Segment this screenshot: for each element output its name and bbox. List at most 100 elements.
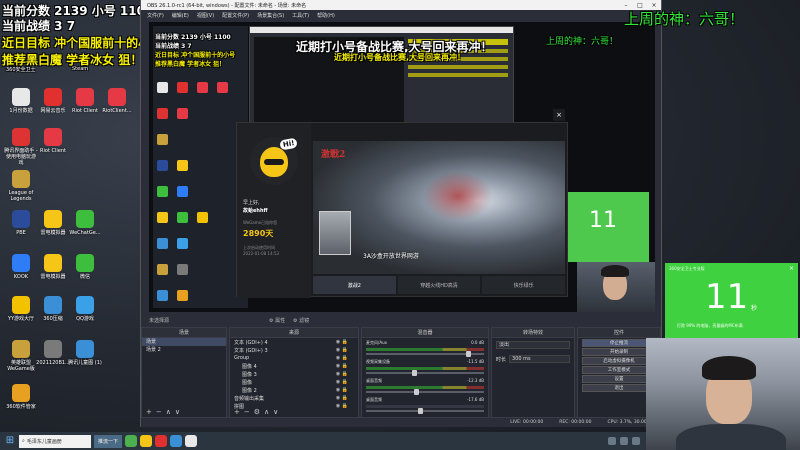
- source-item[interactable]: 文本 (GDI+) 3 ◉ 🔒: [230, 346, 358, 354]
- desktop-shortcut-icon[interactable]: Riot Client: [68, 88, 102, 114]
- desktop-shortcut-icon[interactable]: PBE: [4, 210, 38, 236]
- menu-item[interactable]: 配置文件(P): [222, 12, 249, 19]
- control-button[interactable]: 工作室模式: [582, 366, 656, 374]
- nested-timer-number: 11: [589, 208, 617, 233]
- scenes-toolbar[interactable]: +−∧∨: [146, 408, 184, 416]
- menu-item[interactable]: 编辑(E): [172, 12, 189, 19]
- app-icon[interactable]: [155, 435, 168, 447]
- desktop-shortcut-icon[interactable]: WeChatGe...: [68, 210, 102, 236]
- visibility-lock-icon[interactable]: ◉ 🔒: [336, 339, 348, 345]
- mixer-channel: 桌面音频 -17.6 dB: [362, 395, 488, 414]
- menu-item[interactable]: 文件(F): [147, 12, 164, 19]
- volume-slider[interactable]: [366, 370, 484, 376]
- volume-slider-handle[interactable]: [412, 370, 417, 376]
- app-icon: [177, 82, 188, 93]
- app-icon[interactable]: [170, 435, 183, 447]
- desktop-shortcut-icon[interactable]: 腾讯界面助手 - 使用电脑玩游戏: [4, 128, 38, 166]
- visibility-lock-icon[interactable]: ◉ 🔒: [336, 347, 348, 353]
- scene-item[interactable]: 场景: [142, 338, 226, 346]
- desktop-shortcut-icon[interactable]: RiotClient...: [100, 88, 134, 114]
- windows-start-icon[interactable]: ⊞: [4, 435, 16, 447]
- desktop-shortcut-icon[interactable]: 腾讯儿童图 (1): [68, 340, 102, 366]
- volume-slider[interactable]: [366, 389, 484, 395]
- popup-tab[interactable]: 激战2: [313, 276, 396, 294]
- menu-item[interactable]: 视图(V): [197, 12, 214, 19]
- desktop-shortcut-icon[interactable]: 微信: [68, 254, 102, 280]
- mixer-channel-name: 视频采集设备: [366, 359, 390, 364]
- transition-type-select[interactable]: 淡出: [496, 341, 570, 349]
- mixer-channel-db: -11.5 dB: [467, 359, 484, 364]
- source-item[interactable]: 图像 2 ◉ 🔒: [230, 386, 358, 394]
- nested-banner-overlay: 近期打小号备战比赛,大号回来再冲！: [334, 53, 466, 62]
- visibility-lock-icon[interactable]: ◉ 🔒: [336, 387, 348, 393]
- properties-label[interactable]: ⚙ 属性: [269, 317, 285, 324]
- desktop-shortcut-icon[interactable]: 英雄联盟WeGame版: [4, 340, 38, 372]
- control-button[interactable]: 启动虚拟摄像机: [582, 357, 656, 365]
- desktop-shortcut-icon[interactable]: 360压缩: [36, 296, 70, 322]
- control-button[interactable]: 设置: [582, 375, 656, 383]
- popup-hero-banner[interactable]: 激戰2 3A沙盒开放世界网游: [313, 141, 565, 274]
- desktop-shortcut-icon[interactable]: YY游戏大厅: [4, 296, 38, 322]
- desktop-shortcut-icon[interactable]: 雷电模拟器: [36, 254, 70, 280]
- system-tray: [608, 437, 646, 445]
- desktop-shortcut-icon[interactable]: 雷电模拟器: [36, 210, 70, 236]
- desktop-shortcut-label: 2021120B1...: [36, 360, 70, 366]
- source-item[interactable]: 图像 ◉ 🔒: [230, 378, 358, 386]
- volume-slider-handle[interactable]: [414, 389, 419, 395]
- popup-tab[interactable]: 快乐绿乐: [482, 276, 566, 294]
- visibility-lock-icon[interactable]: ◉ 🔒: [336, 371, 348, 377]
- desktop-shortcut-icon[interactable]: 网易云音乐: [36, 88, 70, 114]
- volume-slider-handle[interactable]: [418, 408, 423, 414]
- tray-icon[interactable]: [608, 437, 616, 445]
- source-item[interactable]: 文本 (GDI+) 4 ◉ 🔒: [230, 338, 358, 346]
- visibility-lock-icon[interactable]: ◉ 🔒: [336, 403, 348, 409]
- app-icon[interactable]: [185, 435, 198, 447]
- taskbar-search[interactable]: ⌕ 毛泽东儿童画册: [19, 434, 91, 448]
- popup-tab[interactable]: 穿越火线HD高清: [397, 276, 481, 294]
- scene-item[interactable]: 场景 2: [142, 346, 226, 354]
- filters-label[interactable]: ⚙ 滤镜: [293, 317, 309, 324]
- desktop-shortcut-icon[interactable]: League of Legends: [4, 170, 38, 202]
- transition-duration-input[interactable]: 300 ms: [509, 355, 570, 363]
- volume-slider-handle[interactable]: [466, 351, 471, 357]
- volume-slider[interactable]: [366, 408, 484, 414]
- app-icon[interactable]: [125, 435, 138, 447]
- desktop-shortcut-icon[interactable]: 360软件管家: [4, 384, 38, 410]
- rec-status: REC: 00:00:00: [559, 420, 592, 425]
- popup-last-login-time: 2022-01-08 14:53: [243, 251, 280, 256]
- menu-item[interactable]: 帮助(H): [317, 12, 335, 19]
- source-item[interactable]: 图像 4 ◉ 🔒: [230, 362, 358, 370]
- source-item[interactable]: 图像 3 ◉ 🔒: [230, 370, 358, 378]
- desktop-shortcut-icon[interactable]: KOOK: [4, 254, 38, 280]
- desktop-shortcut-icon[interactable]: 1月份数据: [4, 88, 38, 114]
- sources-toolbar[interactable]: +−⚙∧∨: [234, 408, 282, 416]
- control-button[interactable]: 退出: [582, 384, 656, 392]
- mixer-channel: 桌面音频 -12.3 dB: [362, 376, 488, 395]
- control-button[interactable]: 开始录制: [582, 348, 656, 356]
- visibility-lock-icon[interactable]: ◉ 🔒: [336, 379, 348, 385]
- source-item[interactable]: 音频输出采集 ◉ 🔒: [230, 394, 358, 402]
- taskbar-item[interactable]: 推流一下: [94, 434, 123, 448]
- app-icon[interactable]: [140, 435, 153, 447]
- menu-item[interactable]: 场景集合(S): [257, 12, 284, 19]
- volume-slider[interactable]: [366, 351, 484, 357]
- obs-titlebar[interactable]: OBS 26.1.0-rc1 (64-bit, windows) - 配置文件:…: [141, 0, 661, 10]
- visibility-lock-icon[interactable]: ◉ 🔒: [336, 395, 348, 401]
- desktop-shortcut-icon[interactable]: Riot Client: [36, 128, 70, 154]
- desktop-shortcut-icon[interactable]: QQ游戏: [68, 296, 102, 322]
- game-cover-thumbnail[interactable]: [319, 211, 351, 255]
- tray-icon[interactable]: [632, 437, 640, 445]
- app-icon: [12, 210, 30, 228]
- desktop-shortcut-label: League of Legends: [8, 190, 34, 202]
- tray-icon[interactable]: [620, 437, 628, 445]
- menu-item[interactable]: 工具(T): [292, 12, 309, 19]
- app-icon: [177, 186, 188, 197]
- visibility-lock-icon[interactable]: ◉ 🔒: [336, 363, 348, 369]
- close-icon[interactable]: ×: [553, 109, 565, 121]
- close-icon[interactable]: ×: [789, 265, 794, 272]
- desktop-shortcut-label: 360压缩: [43, 316, 63, 322]
- desktop-shortcut-icon[interactable]: 2021120B1...: [36, 340, 70, 366]
- visibility-lock-icon[interactable]: ◉ 🔒: [336, 355, 348, 361]
- control-button[interactable]: 停止推流: [582, 339, 656, 347]
- source-item[interactable]: Group ◉ 🔒: [230, 354, 358, 362]
